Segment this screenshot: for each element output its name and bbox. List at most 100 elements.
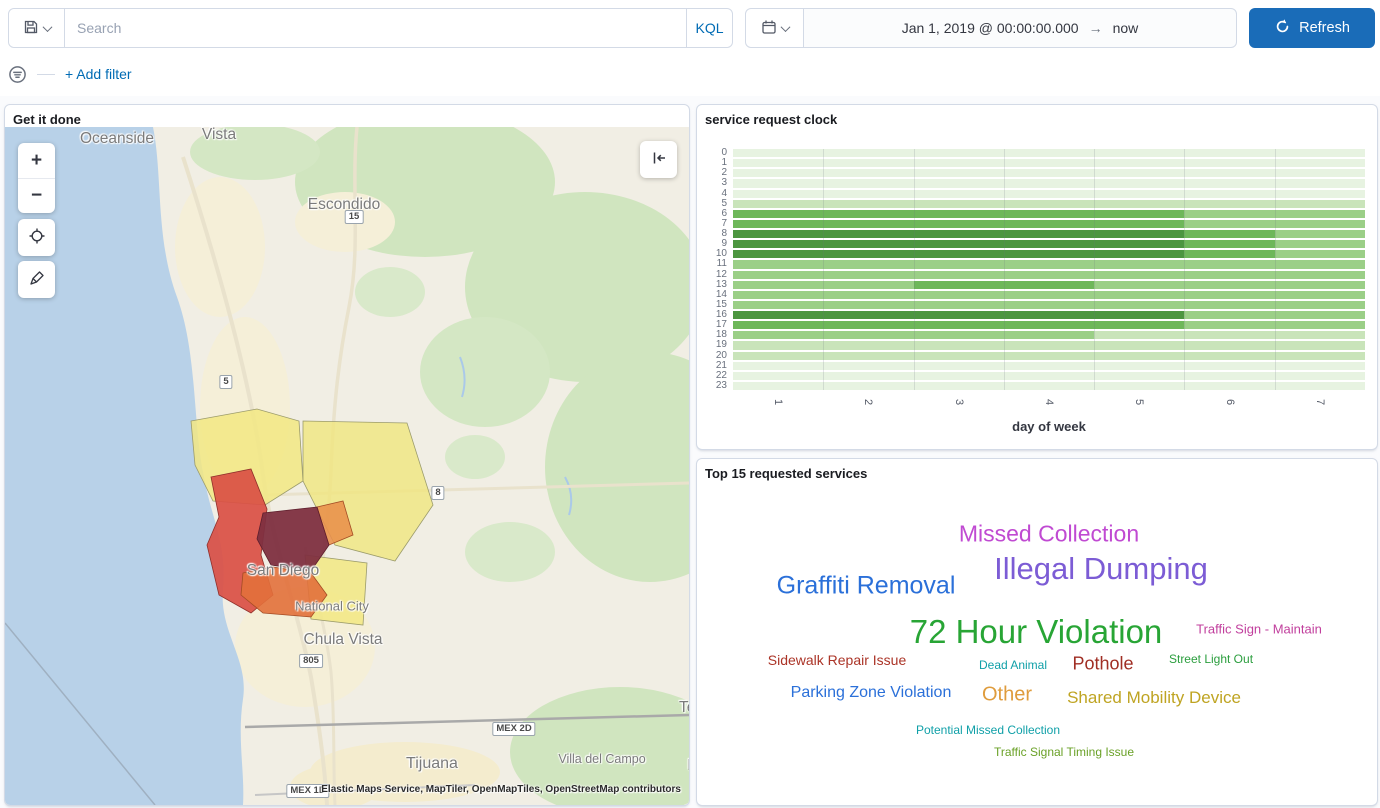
heatmap-cell[interactable] <box>823 230 913 238</box>
heatmap-cell[interactable] <box>1094 291 1184 299</box>
heatmap-cell[interactable] <box>914 190 1004 198</box>
heatmap-cell[interactable] <box>823 169 913 177</box>
heatmap-cell[interactable] <box>1004 382 1094 390</box>
heatmap-cell[interactable] <box>1004 190 1094 198</box>
heatmap-cell[interactable] <box>1184 281 1274 289</box>
heatmap-cell[interactable] <box>1004 372 1094 380</box>
tag-word[interactable]: Shared Mobility Device <box>1067 688 1241 708</box>
heatmap-cell[interactable] <box>823 321 913 329</box>
heatmap-cell[interactable] <box>1184 220 1274 228</box>
heatmap-cell[interactable] <box>823 311 913 319</box>
heatmap-cell[interactable] <box>1094 301 1184 309</box>
tag-word[interactable]: Parking Zone Violation <box>791 684 952 702</box>
heatmap-cell[interactable] <box>733 331 823 339</box>
heatmap-cell[interactable] <box>1275 230 1365 238</box>
heatmap-cell[interactable] <box>1004 200 1094 208</box>
heatmap-cell[interactable] <box>823 179 913 187</box>
heatmap-cell[interactable] <box>1094 341 1184 349</box>
heatmap-cell[interactable] <box>1275 321 1365 329</box>
heatmap-cell[interactable] <box>914 372 1004 380</box>
heatmap-cell[interactable] <box>733 159 823 167</box>
heatmap-cell[interactable] <box>1004 240 1094 248</box>
heatmap-cell[interactable] <box>1004 331 1094 339</box>
heatmap-cell[interactable] <box>1004 341 1094 349</box>
heatmap-cell[interactable] <box>914 260 1004 268</box>
tag-word[interactable]: Traffic Signal Timing Issue <box>994 745 1134 759</box>
heatmap-cell[interactable] <box>1275 382 1365 390</box>
heatmap-cell[interactable] <box>1094 382 1184 390</box>
heatmap-cell[interactable] <box>1184 250 1274 258</box>
heatmap-cell[interactable] <box>733 210 823 218</box>
heatmap-cell[interactable] <box>1004 149 1094 157</box>
tag-word[interactable]: Street Light Out <box>1169 652 1253 666</box>
heatmap-cell[interactable] <box>733 341 823 349</box>
heatmap-cell[interactable] <box>733 190 823 198</box>
heatmap-cell[interactable] <box>823 220 913 228</box>
tag-word[interactable]: Illegal Dumping <box>994 551 1208 587</box>
heatmap-cell[interactable] <box>914 200 1004 208</box>
heatmap-cell[interactable] <box>823 240 913 248</box>
heatmap-cell[interactable] <box>914 230 1004 238</box>
heatmap-cell[interactable] <box>1275 149 1365 157</box>
heatmap-cell[interactable] <box>1275 281 1365 289</box>
saved-query-menu-button[interactable] <box>9 9 65 47</box>
search-input[interactable] <box>65 9 686 47</box>
zoom-out-button[interactable]: − <box>18 179 55 214</box>
heatmap-cell[interactable] <box>1275 271 1365 279</box>
heatmap-cell[interactable] <box>1275 341 1365 349</box>
heatmap-cell[interactable] <box>1004 311 1094 319</box>
tag-word[interactable]: 72 Hour Violation <box>910 613 1163 651</box>
tag-word[interactable]: Other <box>982 684 1032 707</box>
heatmap-cell[interactable] <box>914 331 1004 339</box>
tag-word[interactable]: Traffic Sign - Maintain <box>1196 622 1322 637</box>
date-range-display[interactable]: Jan 1, 2019 @ 00:00:00.000 → now <box>804 9 1236 47</box>
heatmap-cell[interactable] <box>823 281 913 289</box>
heatmap-cell[interactable] <box>1094 311 1184 319</box>
tag-word[interactable]: Potential Missed Collection <box>916 723 1060 737</box>
heatmap-cell[interactable] <box>733 149 823 157</box>
heatmap-cell[interactable] <box>733 230 823 238</box>
calendar-menu-button[interactable] <box>746 9 804 47</box>
heatmap-cell[interactable] <box>914 271 1004 279</box>
draw-tools-button[interactable] <box>18 261 55 298</box>
heatmap-cell[interactable] <box>823 301 913 309</box>
heatmap-cell[interactable] <box>914 352 1004 360</box>
heatmap-cell[interactable] <box>823 372 913 380</box>
heatmap-cell[interactable] <box>1094 372 1184 380</box>
heatmap-cell[interactable] <box>1184 301 1274 309</box>
heatmap-cell[interactable] <box>733 169 823 177</box>
heatmap-cell[interactable] <box>1094 159 1184 167</box>
heatmap-cell[interactable] <box>1275 291 1365 299</box>
heatmap-cell[interactable] <box>733 271 823 279</box>
heatmap-cell[interactable] <box>733 281 823 289</box>
kql-button[interactable]: KQL <box>686 9 732 47</box>
heatmap-cell[interactable] <box>1094 281 1184 289</box>
heatmap-cell[interactable] <box>1275 220 1365 228</box>
heatmap-cell[interactable] <box>914 362 1004 370</box>
zoom-in-button[interactable]: + <box>18 143 55 179</box>
heatmap-cell[interactable] <box>1004 291 1094 299</box>
heatmap-cell[interactable] <box>914 301 1004 309</box>
heatmap-cell[interactable] <box>914 220 1004 228</box>
heatmap-cell[interactable] <box>1275 301 1365 309</box>
heatmap-cell[interactable] <box>1094 331 1184 339</box>
heatmap-cell[interactable] <box>1275 311 1365 319</box>
heatmap-cell[interactable] <box>733 220 823 228</box>
heatmap-cell[interactable] <box>914 321 1004 329</box>
heatmap-cell[interactable] <box>733 301 823 309</box>
heatmap-cell[interactable] <box>1094 179 1184 187</box>
heatmap-cell[interactable] <box>733 352 823 360</box>
heatmap-cell[interactable] <box>1184 200 1274 208</box>
heatmap-cell[interactable] <box>1275 200 1365 208</box>
map-canvas[interactable]: OceansideVistaEscondidoSan DiegoNational… <box>5 127 689 805</box>
heatmap-cell[interactable] <box>823 362 913 370</box>
heatmap-cell[interactable] <box>1094 260 1184 268</box>
heatmap-cell[interactable] <box>1004 169 1094 177</box>
heatmap-cell[interactable] <box>1004 260 1094 268</box>
heatmap-grid[interactable] <box>733 149 1365 390</box>
heatmap-cell[interactable] <box>914 179 1004 187</box>
add-filter-link[interactable]: + Add filter <box>65 66 132 82</box>
heatmap-cell[interactable] <box>1184 321 1274 329</box>
heatmap-cell[interactable] <box>733 260 823 268</box>
fit-to-data-button[interactable] <box>18 219 55 256</box>
